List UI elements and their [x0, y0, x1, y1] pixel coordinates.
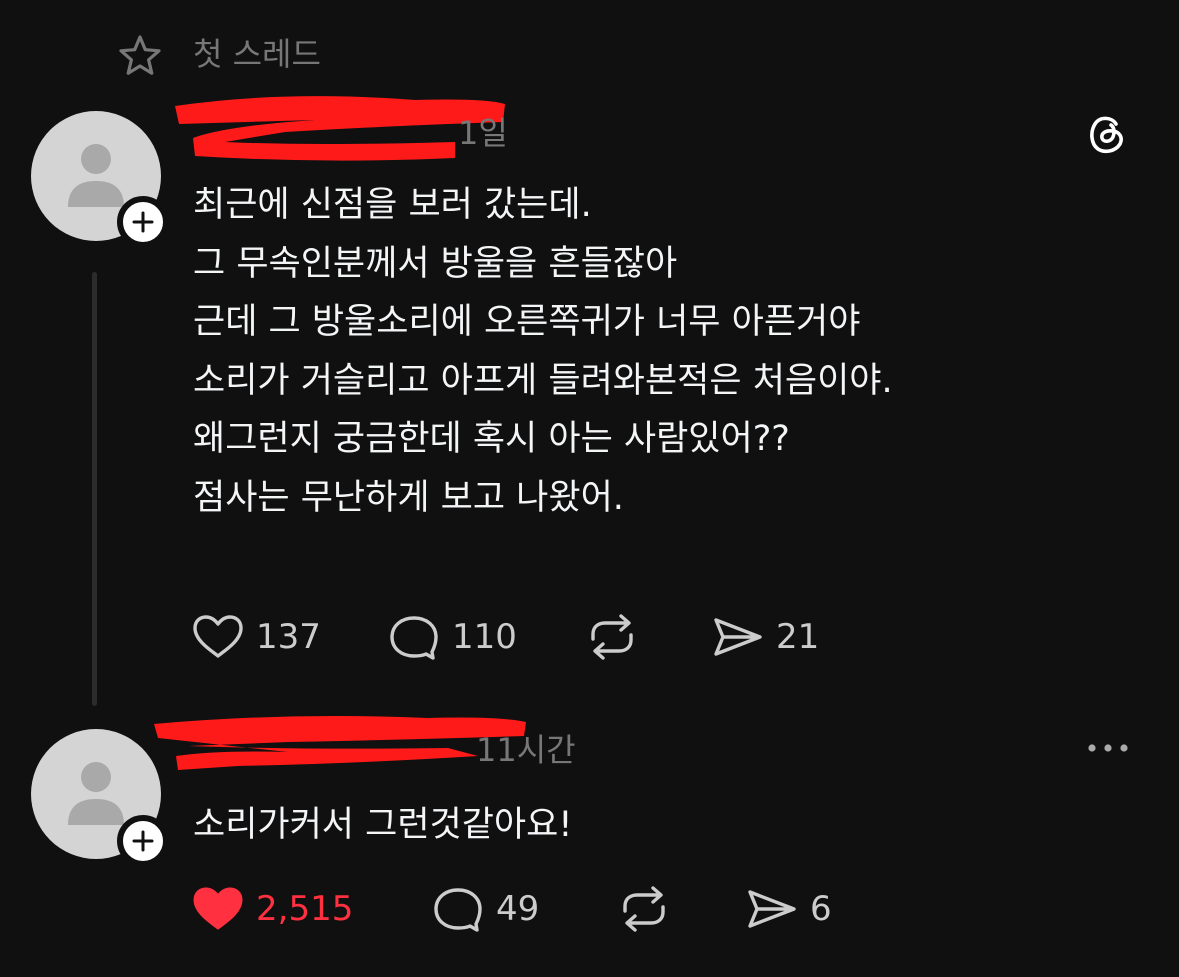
follow-button[interactable]: [117, 815, 169, 867]
repost-button[interactable]: [584, 612, 710, 662]
send-icon: [714, 618, 762, 656]
threads-logo-icon: [1084, 110, 1130, 156]
reply-timestamp: 11시간: [476, 731, 576, 769]
like-button[interactable]: 137: [190, 612, 386, 662]
post-line: 왜그런지 궁금한데 혹시 아는 사람있어??: [193, 419, 790, 459]
thread-line: [92, 272, 97, 706]
reply-actions: 2,515 49 6: [190, 882, 832, 936]
like-count: 137: [256, 617, 321, 657]
post-actions: 137 110 21: [190, 610, 819, 664]
comment-button[interactable]: 49: [430, 884, 616, 934]
comment-icon: [434, 888, 482, 932]
more-options-icon[interactable]: [1084, 734, 1132, 762]
post-line: 근데 그 방울소리에 오른쪽귀가 너무 아픈거야: [193, 302, 861, 342]
follow-button[interactable]: [117, 196, 169, 248]
post-body: 최근에 신점을 보러 갔는데. 그 무속인분께서 방울을 흔들잖아 근데 그 방…: [193, 176, 1093, 527]
repost-icon: [591, 614, 633, 660]
star-icon[interactable]: [117, 33, 163, 79]
comment-button[interactable]: 110: [386, 612, 584, 662]
like-button[interactable]: 2,515: [190, 884, 430, 934]
first-thread-label: 첫 스레드: [193, 35, 321, 73]
share-button[interactable]: 6: [744, 884, 832, 934]
post-line: 최근에 신점을 보러 갔는데.: [193, 185, 592, 225]
reply-body: 소리가커서 그런것같아요!: [193, 805, 573, 845]
comment-count: 110: [452, 617, 517, 657]
repost-button[interactable]: [616, 884, 744, 934]
post-line: 소리가 거슬리고 아프게 들려와본적은 처음이야.: [193, 360, 893, 401]
like-count: 2,515: [256, 889, 354, 929]
share-count: 6: [810, 889, 832, 929]
plus-icon: [132, 830, 154, 852]
heart-icon: [193, 615, 243, 658]
plus-icon: [132, 211, 154, 233]
post-line: 점사는 무난하게 보고 나왔어.: [193, 477, 624, 518]
post-line: 그 무속인분께서 방울을 흔들잖아: [193, 243, 678, 284]
share-count: 21: [776, 617, 820, 657]
heart-filled-icon: [193, 887, 243, 930]
comment-icon: [390, 616, 438, 660]
comment-count: 49: [496, 889, 540, 929]
share-button[interactable]: 21: [710, 612, 819, 662]
post-timestamp: 1일: [458, 114, 508, 152]
repost-icon: [623, 886, 665, 932]
send-icon: [748, 890, 796, 928]
